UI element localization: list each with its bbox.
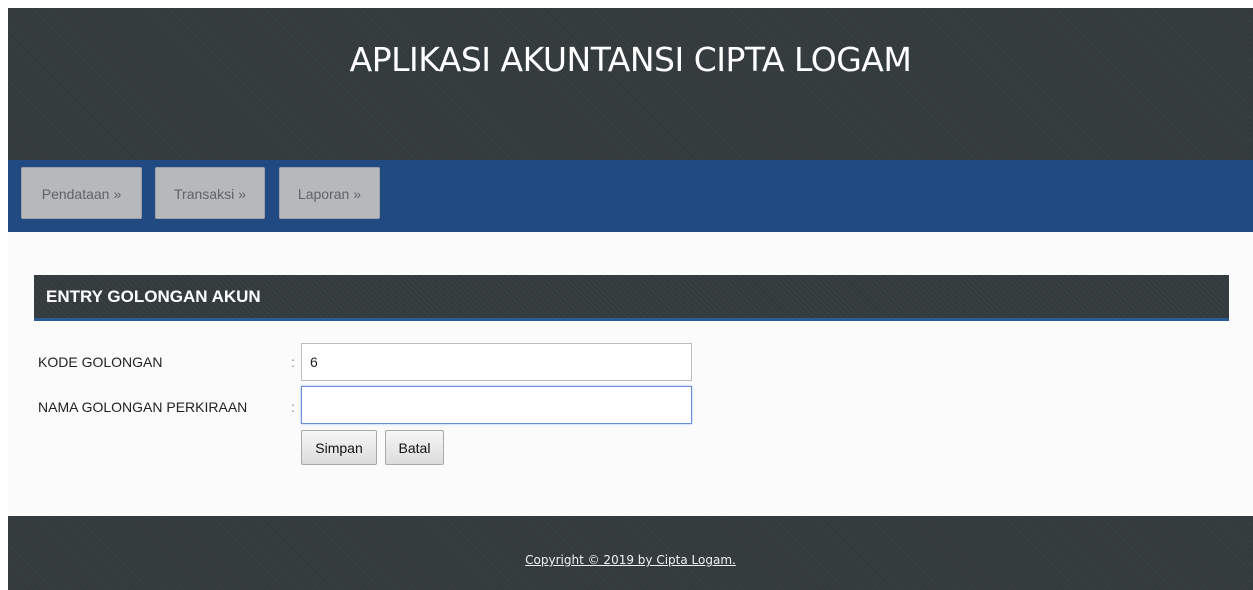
nav-item-label: Transaksi [174, 186, 235, 202]
nav-item-label: Pendataan [41, 186, 110, 202]
save-button[interactable]: Simpan [301, 430, 377, 465]
nav-item-label: Laporan [297, 186, 350, 202]
chevron-right-icon: » [238, 186, 246, 202]
cancel-button[interactable]: Batal [385, 430, 444, 465]
section-title: ENTRY GOLONGAN AKUN [46, 287, 261, 306]
kode-golongan-input[interactable] [301, 343, 692, 381]
chevron-right-icon: » [113, 186, 122, 202]
page-footer: Copyright © 2019 by Cipta Logam. [8, 516, 1253, 590]
chevron-right-icon: » [353, 186, 362, 202]
app-title: APLIKASI AKUNTANSI CIPTA LOGAM [349, 40, 912, 79]
page-frame: APLIKASI AKUNTANSI CIPTA LOGAM Pendataan… [8, 8, 1253, 590]
nama-golongan-input[interactable] [301, 386, 692, 424]
nav-item-laporan[interactable]: Laporan» [279, 167, 380, 219]
nama-golongan-label: NAMA GOLONGAN PERKIRAAN [38, 399, 248, 415]
kode-golongan-label: KODE GOLONGAN [38, 354, 163, 370]
kode-golongan-colon: : [291, 354, 295, 370]
section-header: ENTRY GOLONGAN AKUN [34, 275, 1229, 321]
nav-item-transaksi[interactable]: Transaksi» [155, 167, 265, 219]
app-header: APLIKASI AKUNTANSI CIPTA LOGAM [8, 8, 1253, 160]
nama-golongan-colon: : [291, 399, 295, 415]
nav-item-pendataan[interactable]: Pendataan» [21, 167, 142, 219]
main-navbar: Pendataan» Transaksi» Laporan» [8, 160, 1253, 232]
copyright-link[interactable]: Copyright © 2019 by Cipta Logam. [8, 553, 1253, 567]
